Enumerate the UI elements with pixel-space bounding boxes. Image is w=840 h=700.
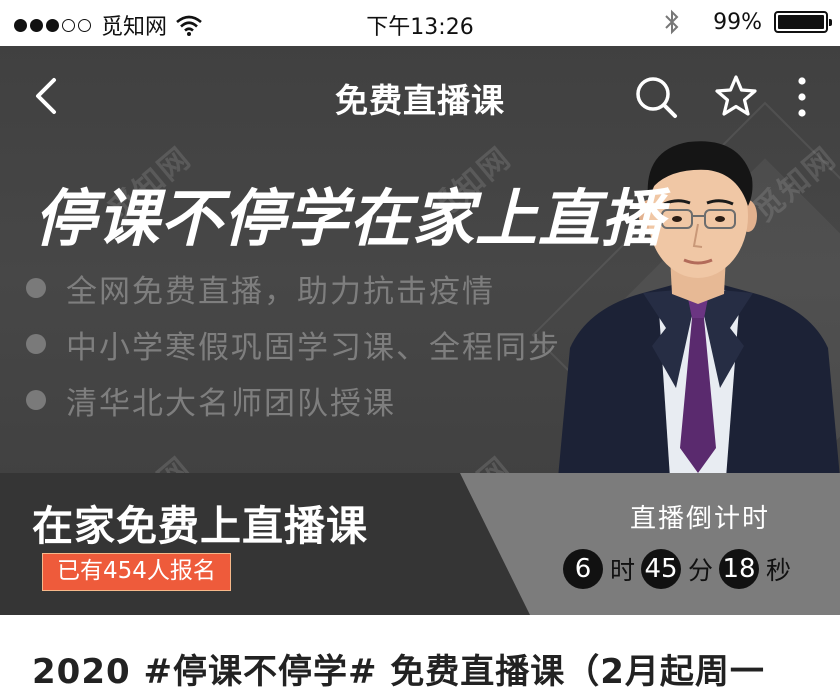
list-item: 中小学寒假巩固学习课、全程同步 [26,316,561,372]
more-vertical-icon[interactable] [789,74,815,120]
status-bar: 觅知网 下午13:26 99% [0,0,840,46]
list-item: 清华北大名师团队授课 [26,372,561,428]
countdown-label: 直播倒计时 [629,504,770,534]
feature-list: 全网免费直播，助力抗击疫情 中小学寒假巩固学习课、全程同步 清华北大名师团队授课 [26,260,561,428]
countdown-seconds: 18 [719,549,760,589]
course-title: 在家免费上直播课 [32,502,368,550]
countdown-unit: 秒 [766,556,792,585]
bullet-icon [26,390,46,410]
article-title[interactable]: 2020 #停课不停学# 免费直播课（2月起周一 [32,644,765,693]
bluetooth-icon [665,9,679,35]
bullet-icon [26,334,46,354]
battery-icon [774,11,832,33]
countdown-timer: 6 时 45 分 18 秒 [563,549,797,589]
countdown-minutes: 45 [641,549,682,589]
signup-count-badge: 已有454人报名 [42,553,231,591]
countdown-unit: 时 [610,556,636,585]
status-right: 99% [663,8,832,36]
battery-percent: 99% [713,9,762,35]
bullet-icon [26,278,46,298]
feature-text: 全网免费直播，助力抗击疫情 [66,273,495,310]
countdown-unit: 分 [688,556,714,585]
live-course-page: 觅知网 觅知网 觅知网 觅知网 觅知网 觅知网 [0,0,840,700]
hero-headline: 停课不停学在家上直播 [34,182,665,255]
feature-text: 清华北大名师团队授课 [66,385,396,422]
countdown-hours: 6 [563,549,603,589]
feature-text: 中小学寒假巩固学习课、全程同步 [66,329,561,366]
list-item: 全网免费直播，助力抗击疫情 [26,260,561,316]
star-icon[interactable] [713,73,759,119]
search-icon[interactable] [633,74,679,120]
